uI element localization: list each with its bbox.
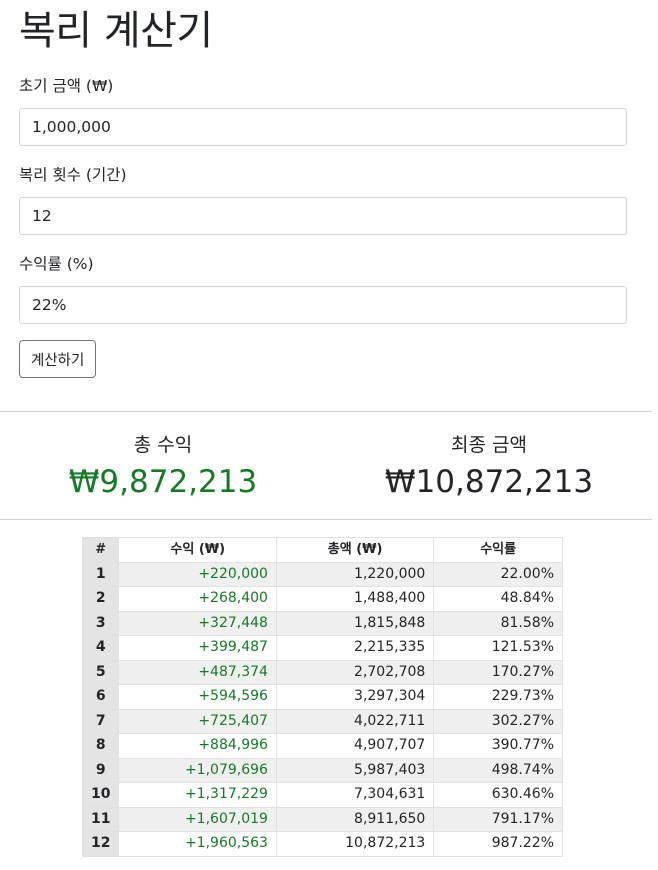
- page-title: 복리 계산기: [19, 8, 213, 54]
- row-gain: +884,996: [118, 733, 277, 759]
- header-rate: 수익률: [433, 537, 563, 563]
- total-profit-label: 총 수익: [133, 434, 193, 456]
- row-rate: 498.74%: [433, 757, 563, 783]
- table-row: 12 +1,960,563 10,872,213 987.22%: [81, 831, 563, 857]
- table-row: 2 +268,400 1,488,400 48.84%: [81, 586, 563, 612]
- row-gain: +399,487: [118, 635, 277, 661]
- row-rate: 791.17%: [433, 806, 563, 832]
- results-table: # 수익 (₩) 총액 (₩) 수익률 1 +220,000 1,220,000 22…: [81, 537, 563, 857]
- row-total: 3,297,304: [275, 684, 435, 710]
- table-row: 6 +594,596 3,297,304 229.73%: [81, 684, 563, 710]
- row-period: 11: [81, 806, 120, 832]
- row-rate: 229.73%: [433, 684, 563, 710]
- row-gain: +725,407: [118, 708, 277, 734]
- row-total: 4,022,711: [275, 708, 435, 734]
- final-amount-block: 최종 금액 ₩10,872,213: [326, 412, 652, 519]
- row-total: 1,815,848: [275, 610, 435, 636]
- summary-panel: 총 수익 ₩9,872,213 최종 금액 ₩10,872,213: [0, 412, 652, 519]
- row-period: 8: [81, 733, 120, 759]
- row-period: 1: [81, 561, 120, 587]
- table-row: 11 +1,607,019 8,911,650 791.17%: [81, 806, 563, 832]
- header-period: #: [81, 537, 120, 563]
- table-row: 7 +725,407 4,022,711 302.27%: [81, 708, 563, 734]
- row-total: 7,304,631: [275, 782, 435, 808]
- row-total: 2,702,708: [275, 659, 435, 685]
- row-rate: 81.58%: [433, 610, 563, 636]
- row-period: 5: [81, 659, 120, 685]
- row-total: 5,987,403: [275, 757, 435, 783]
- row-gain: +487,374: [118, 659, 277, 685]
- row-period: 4: [81, 635, 120, 661]
- row-rate: 302.27%: [433, 708, 563, 734]
- total-profit-block: 총 수익 ₩9,872,213: [0, 412, 326, 519]
- principal-input[interactable]: [19, 108, 627, 146]
- summary-bottom-divider: [0, 519, 652, 520]
- table-row: 5 +487,374 2,702,708 170.27%: [81, 659, 563, 685]
- calculate-button[interactable]: 계산하기: [19, 340, 97, 378]
- row-period: 10: [81, 782, 120, 808]
- row-gain: +327,448: [118, 610, 277, 636]
- header-gain: 수익 (₩): [118, 537, 277, 563]
- row-rate: 121.53%: [433, 635, 563, 661]
- calculator-form-section: 복리 계산기 초기 금액 (₩) 복리 횟수 (기간) 수익률 (%) 계산하기: [0, 0, 658, 378]
- table-row: 1 +220,000 1,220,000 22.00%: [81, 561, 563, 587]
- rate-label: 수익률 (%): [19, 255, 94, 273]
- table-row: 4 +399,487 2,215,335 121.53%: [81, 635, 563, 661]
- row-period: 7: [81, 708, 120, 734]
- row-total: 2,215,335: [275, 635, 435, 661]
- principal-label: 초기 금액 (₩): [19, 77, 114, 95]
- table-row: 10 +1,317,229 7,304,631 630.46%: [81, 782, 563, 808]
- row-gain: +1,607,019: [118, 806, 277, 832]
- row-total: 10,872,213: [275, 831, 435, 857]
- final-amount-value: ₩10,872,213: [384, 464, 594, 500]
- row-rate: 390.77%: [433, 733, 563, 759]
- row-gain: +268,400: [118, 586, 277, 612]
- row-total: 4,907,707: [275, 733, 435, 759]
- row-total: 8,911,650: [275, 806, 435, 832]
- periods-input[interactable]: [19, 197, 627, 235]
- final-amount-label: 최종 금액: [451, 434, 527, 456]
- row-gain: +594,596: [118, 684, 277, 710]
- row-gain: +220,000: [118, 561, 277, 587]
- table-row: 9 +1,079,696 5,987,403 498.74%: [81, 757, 563, 783]
- row-period: 2: [81, 586, 120, 612]
- table-header-row: # 수익 (₩) 총액 (₩) 수익률: [81, 537, 563, 563]
- row-rate: 630.46%: [433, 782, 563, 808]
- row-period: 6: [81, 684, 120, 710]
- row-period: 12: [81, 831, 120, 857]
- table-row: 3 +327,448 1,815,848 81.58%: [81, 610, 563, 636]
- periods-label: 복리 횟수 (기간): [19, 166, 127, 184]
- row-gain: +1,079,696: [118, 757, 277, 783]
- total-profit-value: ₩9,872,213: [68, 464, 258, 500]
- row-gain: +1,960,563: [118, 831, 277, 857]
- rate-input[interactable]: [19, 286, 627, 324]
- row-gain: +1,317,229: [118, 782, 277, 808]
- results-table-wrapper: # 수익 (₩) 총액 (₩) 수익률 1 +220,000 1,220,000 22…: [81, 537, 658, 857]
- row-rate: 987.22%: [433, 831, 563, 857]
- table-row: 8 +884,996 4,907,707 390.77%: [81, 733, 563, 759]
- row-rate: 22.00%: [433, 561, 563, 587]
- header-total: 총액 (₩): [275, 537, 435, 563]
- row-period: 9: [81, 757, 120, 783]
- row-period: 3: [81, 610, 120, 636]
- row-rate: 170.27%: [433, 659, 563, 685]
- row-rate: 48.84%: [433, 586, 563, 612]
- row-total: 1,220,000: [275, 561, 435, 587]
- row-total: 1,488,400: [275, 586, 435, 612]
